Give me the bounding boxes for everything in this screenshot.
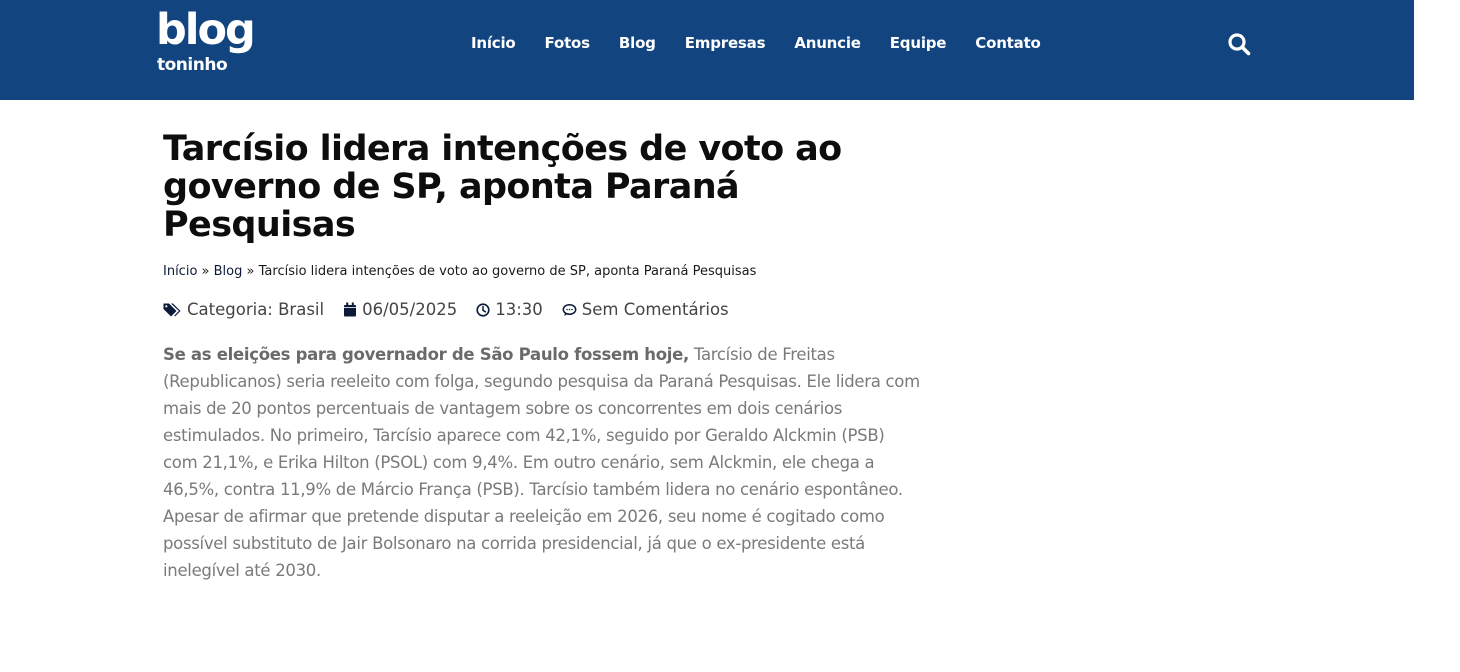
- tags-icon: [163, 303, 181, 316]
- nav-item-empresas[interactable]: Empresas: [685, 34, 766, 52]
- breadcrumb-current: Tarcísio lidera intenções de voto ao gov…: [258, 264, 757, 279]
- logo-text-blog: blog: [156, 5, 256, 55]
- logo-text-toninho: toninho: [157, 55, 228, 75]
- breadcrumb-blog-link[interactable]: Blog: [214, 264, 243, 279]
- main-nav: Início Fotos Blog Empresas Anuncie Equip…: [471, 31, 1070, 55]
- calendar-icon: [344, 302, 357, 317]
- breadcrumb-home-link[interactable]: Início: [163, 264, 197, 279]
- date-link[interactable]: 06/05/2025: [362, 300, 457, 319]
- article: Tarcísio lidera intenções de voto ao gov…: [163, 130, 923, 601]
- search-button[interactable]: [1227, 32, 1251, 56]
- site-header: blog toninho Início Fotos Blog Empresas …: [0, 0, 1414, 100]
- post-date: 06/05/2025: [343, 300, 457, 319]
- comment-icon: [562, 303, 577, 316]
- article-body-text: Tarcísio de Freitas (Republicanos) seria…: [163, 345, 920, 580]
- article-title: Tarcísio lidera intenções de voto ao gov…: [163, 129, 842, 245]
- breadcrumb-separator: »: [246, 264, 259, 279]
- nav-item-inicio[interactable]: Início: [471, 34, 516, 52]
- time-text: 13:30: [495, 300, 543, 319]
- clock-icon: [476, 302, 490, 317]
- search-icon: [1228, 33, 1251, 56]
- nav-item-anuncie[interactable]: Anuncie: [794, 34, 861, 52]
- nav-item-blog[interactable]: Blog: [619, 34, 656, 52]
- post-time: 13:30: [476, 300, 543, 319]
- post-category: Categoria: Brasil: [163, 300, 324, 319]
- article-body: Se as eleições para governador de São Pa…: [163, 341, 923, 584]
- article-lead: Se as eleições para governador de São Pa…: [163, 345, 689, 364]
- nav-item-equipe[interactable]: Equipe: [890, 34, 947, 52]
- post-comments: Sem Comentários: [562, 300, 729, 319]
- post-meta: Categoria: Brasil 06/05/2025 13:30 Sem C…: [163, 300, 923, 319]
- breadcrumb: Início » Blog » Tarcísio lidera intençõe…: [163, 264, 923, 279]
- nav-item-fotos[interactable]: Fotos: [545, 34, 591, 52]
- nav-item-contato[interactable]: Contato: [975, 34, 1041, 52]
- comments-link[interactable]: Sem Comentários: [582, 300, 729, 319]
- category-link[interactable]: Categoria: Brasil: [187, 300, 324, 319]
- site-logo[interactable]: blog toninho: [156, 6, 268, 80]
- breadcrumb-separator: »: [201, 264, 214, 279]
